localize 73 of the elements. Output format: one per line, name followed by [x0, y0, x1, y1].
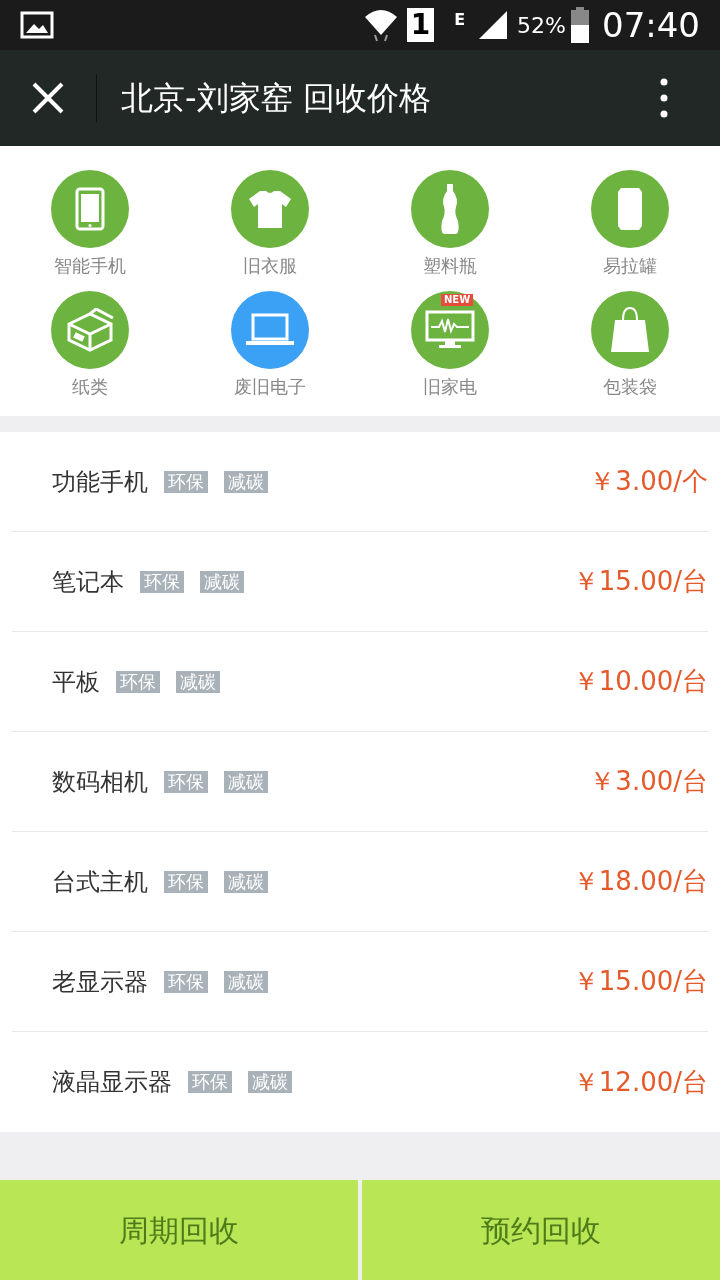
item-tag: 减碳	[176, 670, 220, 693]
item-tag: 环保	[164, 970, 208, 993]
item-tag: 减碳	[224, 970, 268, 993]
page-title: 北京-刘家窑 回收价格	[121, 78, 432, 119]
category-label: 纸类	[72, 375, 108, 399]
monitor-icon	[425, 310, 475, 350]
item-tag: 减碳	[224, 870, 268, 893]
item-name: 功能手机	[52, 466, 148, 498]
sim-slot: 1	[406, 8, 435, 42]
recycle-button[interactable]: 预约回收	[362, 1180, 720, 1280]
price-row[interactable]: 台式主机 环保 减碳 ￥18.00/台	[12, 832, 708, 932]
item-tag: 环保	[164, 470, 208, 493]
item-tag: 环保	[164, 770, 208, 793]
category-item[interactable]: 旧衣服	[180, 170, 360, 279]
category-label: 塑料瓶	[423, 254, 477, 278]
item-name: 老显示器	[52, 966, 148, 998]
close-icon	[32, 82, 64, 114]
item-name: 平板	[52, 666, 100, 698]
category-label: 旧衣服	[243, 254, 297, 278]
item-tag: 减碳	[224, 770, 268, 793]
item-price: ￥10.00/台	[572, 665, 708, 698]
wifi-icon	[362, 7, 399, 43]
category-label: 旧家电	[423, 375, 477, 399]
picture-notification-icon	[20, 11, 54, 39]
more-icon	[660, 78, 668, 118]
item-price: ￥12.00/台	[572, 1065, 708, 1099]
clock: 07:40	[602, 3, 700, 47]
item-price: ￥15.00/台	[572, 965, 708, 998]
item-tag: 减碳	[200, 570, 244, 593]
category-label: 智能手机	[54, 254, 126, 278]
item-price: ￥3.00/个	[589, 465, 708, 498]
price-row[interactable]: 液晶显示器 环保 减碳 ￥12.00/台	[12, 1032, 708, 1132]
item-tag: 减碳	[224, 470, 268, 493]
recycle-button[interactable]: 周期回收	[0, 1180, 358, 1280]
box-icon	[66, 308, 114, 352]
bottle-icon	[439, 183, 461, 235]
new-badge: NEW	[441, 294, 474, 306]
category-item[interactable]: 智能手机	[0, 170, 180, 279]
laptop-icon	[245, 313, 295, 347]
category-item[interactable]: 废旧电子	[180, 291, 360, 400]
item-tag: 环保	[164, 870, 208, 893]
category-item[interactable]: 包装袋	[540, 291, 720, 400]
price-row[interactable]: 笔记本 环保 减碳 ￥15.00/台	[12, 532, 708, 632]
price-row[interactable]: 数码相机 环保 减碳 ￥3.00/台	[12, 732, 708, 832]
price-row[interactable]: 功能手机 环保 减碳 ￥3.00/个	[12, 432, 708, 532]
battery-percent: 52%	[517, 11, 566, 40]
can-icon	[617, 187, 643, 231]
item-price: ￥3.00/台	[589, 765, 708, 798]
signal-icon	[477, 9, 510, 41]
category-item[interactable]: 纸类	[0, 291, 180, 400]
shirt-icon	[248, 189, 292, 229]
battery-icon	[570, 7, 590, 43]
item-tag: 减碳	[248, 1071, 292, 1093]
price-row[interactable]: 平板 环保 减碳 ￥10.00/台	[12, 632, 708, 732]
price-row[interactable]: 老显示器 环保 减碳 ￥15.00/台	[12, 932, 708, 1032]
item-name: 台式主机	[52, 866, 148, 898]
item-name: 笔记本	[52, 566, 124, 598]
item-price: ￥18.00/台	[572, 865, 708, 898]
network-type: E	[454, 9, 466, 31]
phone-icon	[75, 187, 105, 231]
item-tag: 环保	[140, 570, 184, 593]
item-name: 液晶显示器	[52, 1067, 172, 1098]
item-tag: 环保	[116, 670, 160, 693]
category-item[interactable]: NEW 旧家电	[360, 291, 540, 400]
item-tag: 环保	[188, 1071, 232, 1093]
shopping-bag-icon	[610, 306, 650, 354]
category-label: 废旧电子	[234, 375, 306, 399]
category-label: 包装袋	[603, 375, 657, 399]
category-item[interactable]: 易拉罐	[540, 170, 720, 279]
item-name: 数码相机	[52, 766, 148, 798]
item-price: ￥15.00/台	[572, 565, 708, 598]
category-label: 易拉罐	[603, 254, 657, 278]
category-item[interactable]: 塑料瓶	[360, 170, 540, 279]
